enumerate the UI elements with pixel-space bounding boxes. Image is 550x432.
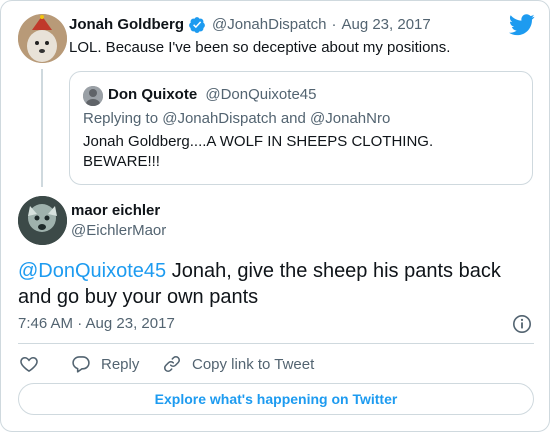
quoted-tweet-text: Jonah Goldberg....A WOLF IN SHEEPS CLOTH… xyxy=(83,133,434,170)
main-author-avatar[interactable] xyxy=(18,196,67,245)
main-author-name[interactable]: maor eichler xyxy=(71,201,160,221)
parent-tweet-text: LOL. Because I've been so deceptive abou… xyxy=(69,39,451,56)
reply-bubble-icon xyxy=(72,356,90,373)
link-icon xyxy=(164,356,180,372)
quoted-replying-to: Replying to @JonahDispatch and @JonahNro xyxy=(83,110,391,127)
reply-label: Reply xyxy=(101,355,140,373)
reply-button[interactable]: Reply xyxy=(71,353,139,375)
twitter-bird-icon[interactable] xyxy=(509,14,535,36)
thread-connector-line xyxy=(41,69,43,187)
quoted-author-name: Don Quixote xyxy=(108,86,198,103)
heart-icon xyxy=(20,356,38,373)
copy-link-label: Copy link to Tweet xyxy=(192,355,315,373)
verified-badge-icon xyxy=(189,17,205,33)
tweet-embed-card: Jonah Goldberg @JonahDispatch · Aug 23, … xyxy=(0,0,550,432)
quoted-tweet-header: Don Quixote @DonQuixote45 xyxy=(108,85,316,105)
parent-tweet-header: Jonah Goldberg @JonahDispatch · Aug 23, … xyxy=(69,15,431,35)
main-tweet-text: @DonQuixote45 Jonah, give the sheep his … xyxy=(18,258,528,310)
parent-author-handle[interactable]: @JonahDispatch xyxy=(212,15,326,35)
tweet-timestamp[interactable]: 7:46 AM · Aug 23, 2017 xyxy=(18,314,175,334)
header-separator: · xyxy=(331,16,337,33)
like-button[interactable] xyxy=(19,353,39,375)
mention-link[interactable]: @DonQuixote45 xyxy=(18,260,166,282)
main-author-handle[interactable]: @EichlerMaor xyxy=(71,221,166,241)
quoted-author-handle: @DonQuixote45 xyxy=(205,86,317,103)
explore-twitter-button[interactable]: Explore what's happening on Twitter xyxy=(18,383,534,415)
parent-author-avatar[interactable] xyxy=(18,14,67,63)
parent-tweet-date[interactable]: Aug 23, 2017 xyxy=(341,15,430,35)
parent-author-name[interactable]: Jonah Goldberg xyxy=(69,15,184,35)
quoted-author-avatar xyxy=(83,86,103,106)
info-icon[interactable] xyxy=(512,314,532,334)
quoted-tweet-card[interactable]: Don Quixote @DonQuixote45 Replying to @J… xyxy=(69,71,533,185)
action-divider xyxy=(18,343,534,344)
copy-link-button[interactable]: Copy link to Tweet xyxy=(162,353,314,375)
